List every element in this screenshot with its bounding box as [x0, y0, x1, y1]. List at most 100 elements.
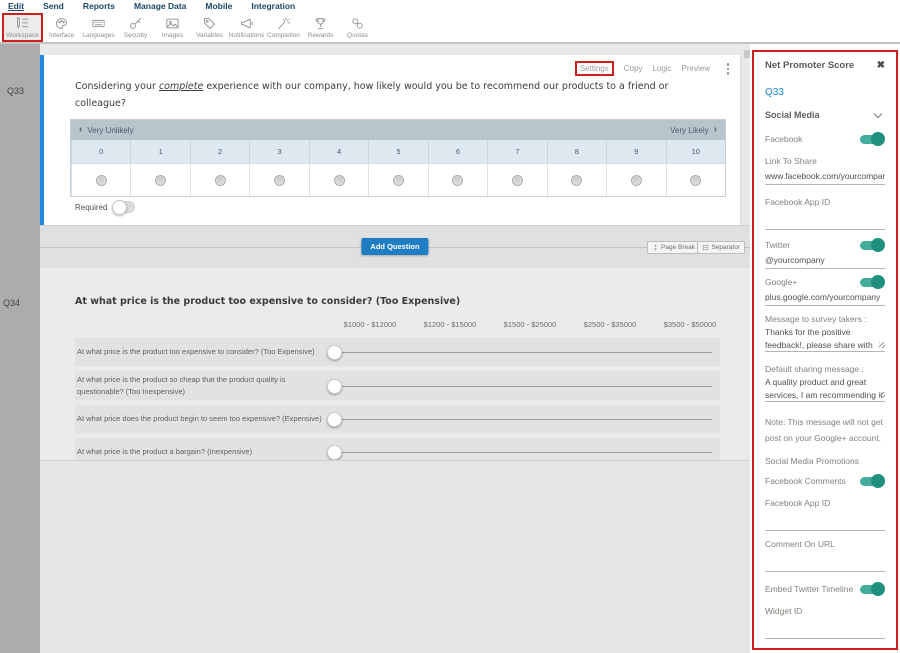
radio-button-icon[interactable]: [215, 175, 226, 186]
question-card-q34[interactable]: At what price is the product too expensi…: [40, 268, 750, 460]
scale-number: 10: [666, 140, 725, 163]
toolbar-item[interactable]: Quotas: [339, 13, 376, 42]
toolbar-item-label: Notifications: [229, 32, 264, 39]
more-options-icon[interactable]: [727, 63, 730, 75]
survey-builder-window: Edit Send Reports Manage Data Mobile Int…: [0, 0, 900, 653]
chevron-down-icon[interactable]: [874, 109, 882, 117]
close-icon[interactable]: ✖: [877, 61, 885, 71]
slider-row: At what price is the product so cheap th…: [75, 371, 720, 400]
scale-number: 4: [309, 140, 368, 163]
price-slider[interactable]: [325, 411, 720, 427]
scale-radio-cell[interactable]: [666, 164, 725, 196]
menu-item[interactable]: Manage Data: [134, 0, 186, 13]
scale-number: 5: [368, 140, 427, 163]
chevron-left-icon[interactable]: ‹: [79, 121, 82, 139]
toolbar-item[interactable]: Languages: [80, 13, 117, 42]
key-icon: [128, 16, 143, 31]
toolbar-item[interactable]: Workspace: [2, 13, 43, 42]
price-slider[interactable]: [325, 444, 720, 460]
price-column-label: $1000 - $12000: [330, 320, 410, 329]
menu-item[interactable]: Send: [43, 0, 64, 13]
radio-button-icon[interactable]: [96, 175, 107, 186]
survey-canvas: Settings Copy Logic Preview Considering …: [40, 44, 750, 653]
toolbar-item[interactable]: Rewards: [302, 13, 339, 42]
radio-button-icon[interactable]: [631, 175, 642, 186]
resize-handle-icon[interactable]: [879, 342, 885, 348]
twitter-handle-input[interactable]: [765, 254, 885, 269]
section-social-media[interactable]: Social Media: [765, 110, 885, 120]
toolbar-item[interactable]: Completion: [265, 13, 302, 42]
required-toggle[interactable]: [113, 201, 135, 213]
settings-panel: Net Promoter Score ✖ Q33 Social Media Fa…: [752, 50, 898, 650]
message-textarea[interactable]: Thanks for the positive feedback!, pleas…: [765, 326, 885, 352]
slider-track[interactable]: [335, 352, 712, 353]
menu-item[interactable]: Edit: [8, 0, 24, 13]
menu-item[interactable]: Mobile: [205, 0, 232, 13]
scale-radio-cell[interactable]: [190, 164, 249, 196]
scale-radio-cell[interactable]: [249, 164, 308, 196]
radio-button-icon[interactable]: [334, 175, 345, 186]
toolbar-item[interactable]: Interface: [43, 13, 80, 42]
toolbar-item[interactable]: Variables: [191, 13, 228, 42]
scale-right-label: Very Likely: [670, 126, 709, 135]
slider-handle-icon[interactable]: [327, 412, 342, 427]
price-slider[interactable]: [325, 378, 720, 394]
menu-item[interactable]: Reports: [83, 0, 115, 13]
slider-handle-icon[interactable]: [327, 445, 342, 460]
scale-radio-cell[interactable]: [606, 164, 665, 196]
radio-button-icon[interactable]: [393, 175, 404, 186]
facebook-toggle[interactable]: [860, 135, 883, 144]
radio-button-icon[interactable]: [155, 175, 166, 186]
google-url-input[interactable]: [765, 291, 885, 306]
settings-button[interactable]: Settings: [575, 61, 614, 76]
radio-button-icon[interactable]: [571, 175, 582, 186]
slider-handle-icon[interactable]: [327, 345, 342, 360]
question-card-q33[interactable]: Settings Copy Logic Preview Considering …: [40, 55, 740, 225]
toolbar-item[interactable]: Security: [117, 13, 154, 42]
slider-track[interactable]: [335, 419, 712, 420]
comment-on-url-input[interactable]: [765, 557, 885, 572]
scale-radio-cell[interactable]: [547, 164, 606, 196]
menu-item[interactable]: Integration: [251, 0, 295, 13]
radio-button-icon[interactable]: [274, 175, 285, 186]
copy-button[interactable]: Copy: [624, 64, 643, 73]
toolbar-item[interactable]: Notifications: [228, 13, 265, 42]
facebook-app-id-2-input[interactable]: [765, 516, 885, 531]
resize-handle-icon[interactable]: [879, 392, 885, 398]
embed-twitter-toggle[interactable]: [860, 585, 883, 594]
scale-radio-cell[interactable]: [428, 164, 487, 196]
facebook-url-input[interactable]: [765, 170, 885, 185]
logic-button[interactable]: Logic: [652, 64, 671, 73]
toolbar-item-label: Quotas: [347, 32, 368, 39]
radio-button-icon[interactable]: [452, 175, 463, 186]
slider-track[interactable]: [335, 386, 712, 387]
scale-radio-cell[interactable]: [71, 164, 130, 196]
panel-question-id[interactable]: Q33: [765, 87, 885, 98]
price-column-label: $1500 - $25000: [490, 320, 570, 329]
google-plus-toggle[interactable]: [860, 278, 883, 287]
radio-button-icon[interactable]: [690, 175, 701, 186]
toolbar-item[interactable]: Images: [154, 13, 191, 42]
twitter-toggle[interactable]: [860, 241, 883, 250]
scale-radio-cell[interactable]: [309, 164, 368, 196]
scale-radio-cell[interactable]: [368, 164, 427, 196]
scale-radio-cell[interactable]: [487, 164, 546, 196]
page-break-button[interactable]: Page Break: [647, 241, 700, 254]
add-question-button[interactable]: Add Question: [361, 238, 428, 255]
widget-id-input[interactable]: [765, 624, 885, 639]
default-sharing-textarea[interactable]: A quality product and great services, I …: [765, 376, 885, 402]
price-slider[interactable]: [325, 344, 720, 360]
facebook-app-id-input[interactable]: [765, 215, 885, 230]
separator-button[interactable]: Separator: [697, 241, 745, 254]
toolbar: Workspace Interface Languages Security I…: [0, 13, 900, 44]
chevron-right-icon[interactable]: ›: [714, 121, 717, 139]
facebook-comments-toggle[interactable]: [860, 477, 883, 486]
facebook-app-id-2-label: Facebook App ID: [765, 498, 885, 508]
preview-button[interactable]: Preview: [682, 64, 710, 73]
slider-track[interactable]: [335, 452, 712, 453]
slider-handle-icon[interactable]: [327, 379, 342, 394]
scale-radio-cell[interactable]: [130, 164, 189, 196]
question-text[interactable]: Considering your complete experience wit…: [75, 79, 687, 112]
q34-title[interactable]: At what price is the product too expensi…: [75, 296, 460, 307]
radio-button-icon[interactable]: [512, 175, 523, 186]
